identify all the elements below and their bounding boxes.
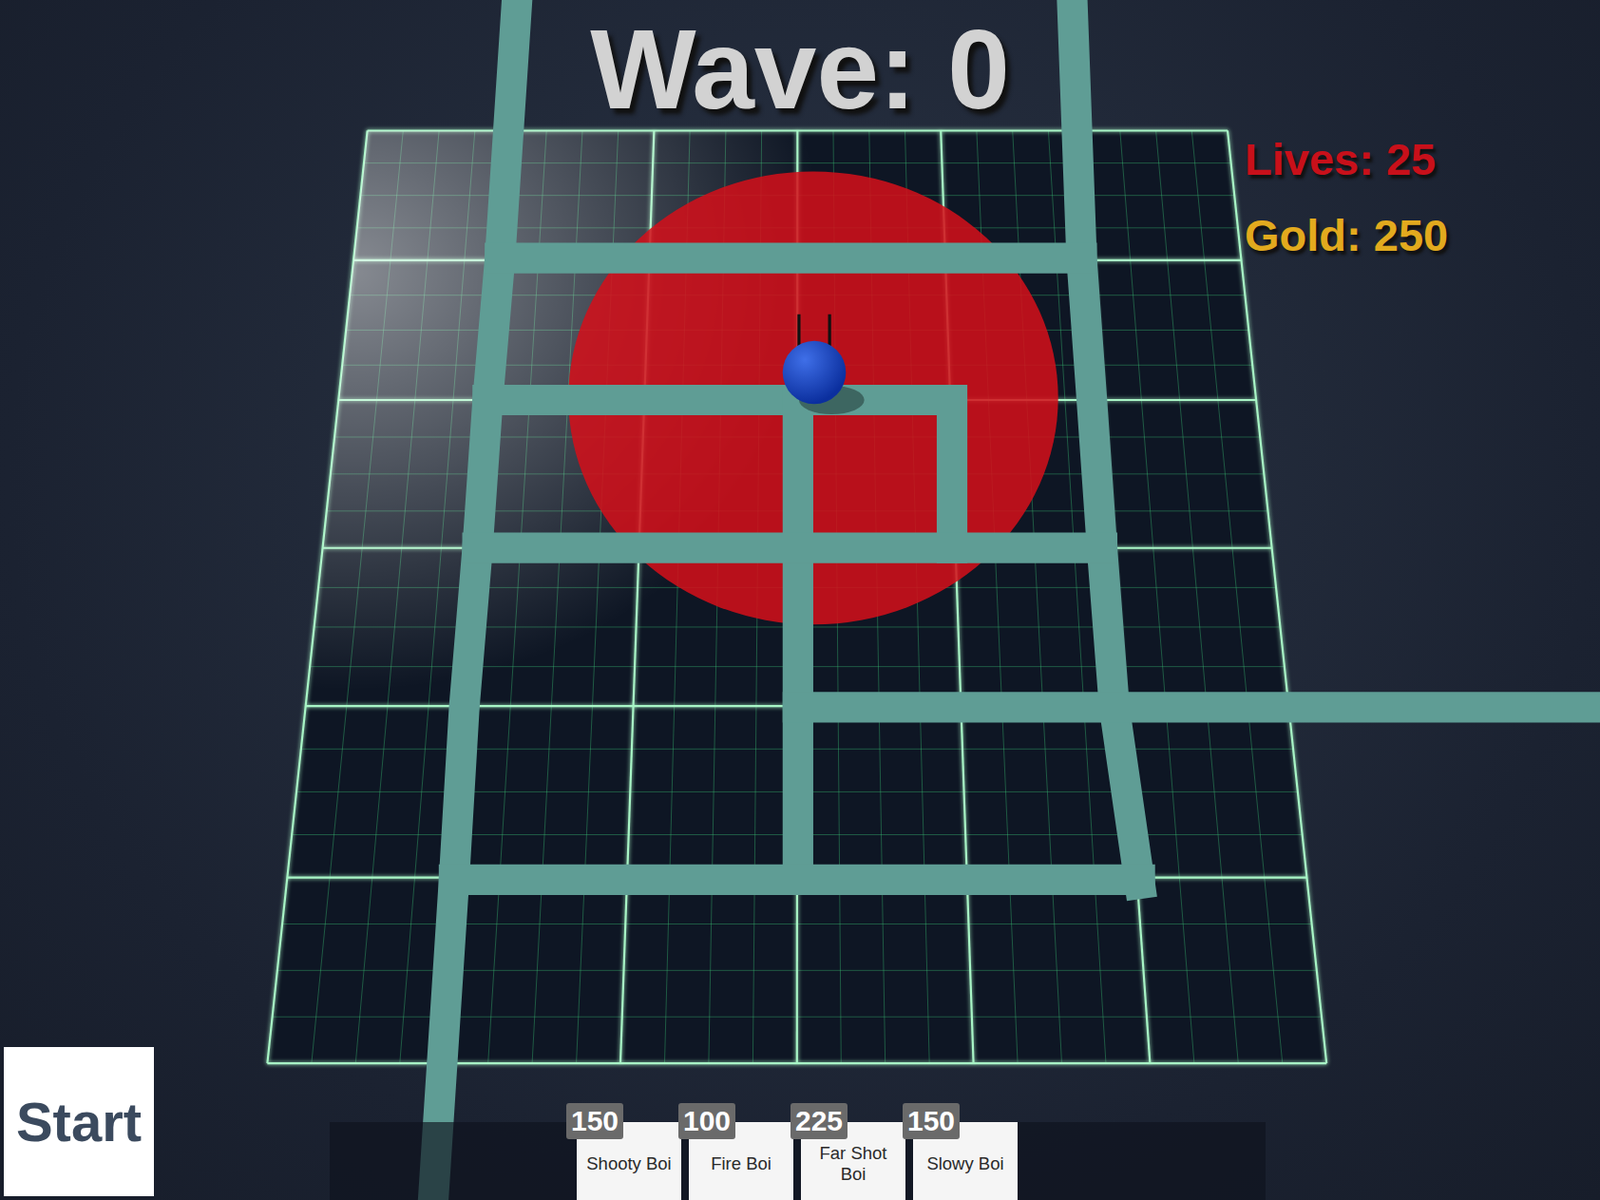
tower-cost: 150 <box>566 1103 624 1140</box>
tower-cost: 150 <box>902 1103 960 1140</box>
board-glare <box>266 130 1327 1064</box>
start-button[interactable]: Start <box>3 1047 154 1197</box>
gold-counter: Gold: 250 <box>1244 209 1448 263</box>
tower-shop: 150Shooty Boi100Fire Boi225Far Shot Boi1… <box>329 1122 1266 1200</box>
board-floor <box>266 130 1327 1064</box>
tower-card[interactable]: 100Fire Boi <box>688 1122 794 1200</box>
tower-card[interactable]: 150Shooty Boi <box>576 1122 682 1200</box>
tower-name: Far Shot Boi <box>804 1142 902 1185</box>
tower[interactable] <box>782 314 847 405</box>
tower-name: Slowy Boi <box>926 1153 1004 1175</box>
tower-card[interactable]: 225Far Shot Boi <box>800 1122 906 1200</box>
tower-name: Shooty Boi <box>586 1153 671 1175</box>
lives-counter: Lives: 25 <box>1244 133 1436 187</box>
tower-cost: 100 <box>678 1103 736 1140</box>
wave-counter: Wave: 0 <box>0 5 1600 135</box>
game-screen: Wave: 0 Lives: 25 Gold: 250 Start 150Sho… <box>0 0 1600 1200</box>
tower-card[interactable]: 150Slowy Boi <box>913 1122 1018 1200</box>
tower-cost: 225 <box>790 1103 848 1140</box>
enemy-path <box>431 0 1600 1200</box>
tower-name: Fire Boi <box>710 1153 772 1175</box>
